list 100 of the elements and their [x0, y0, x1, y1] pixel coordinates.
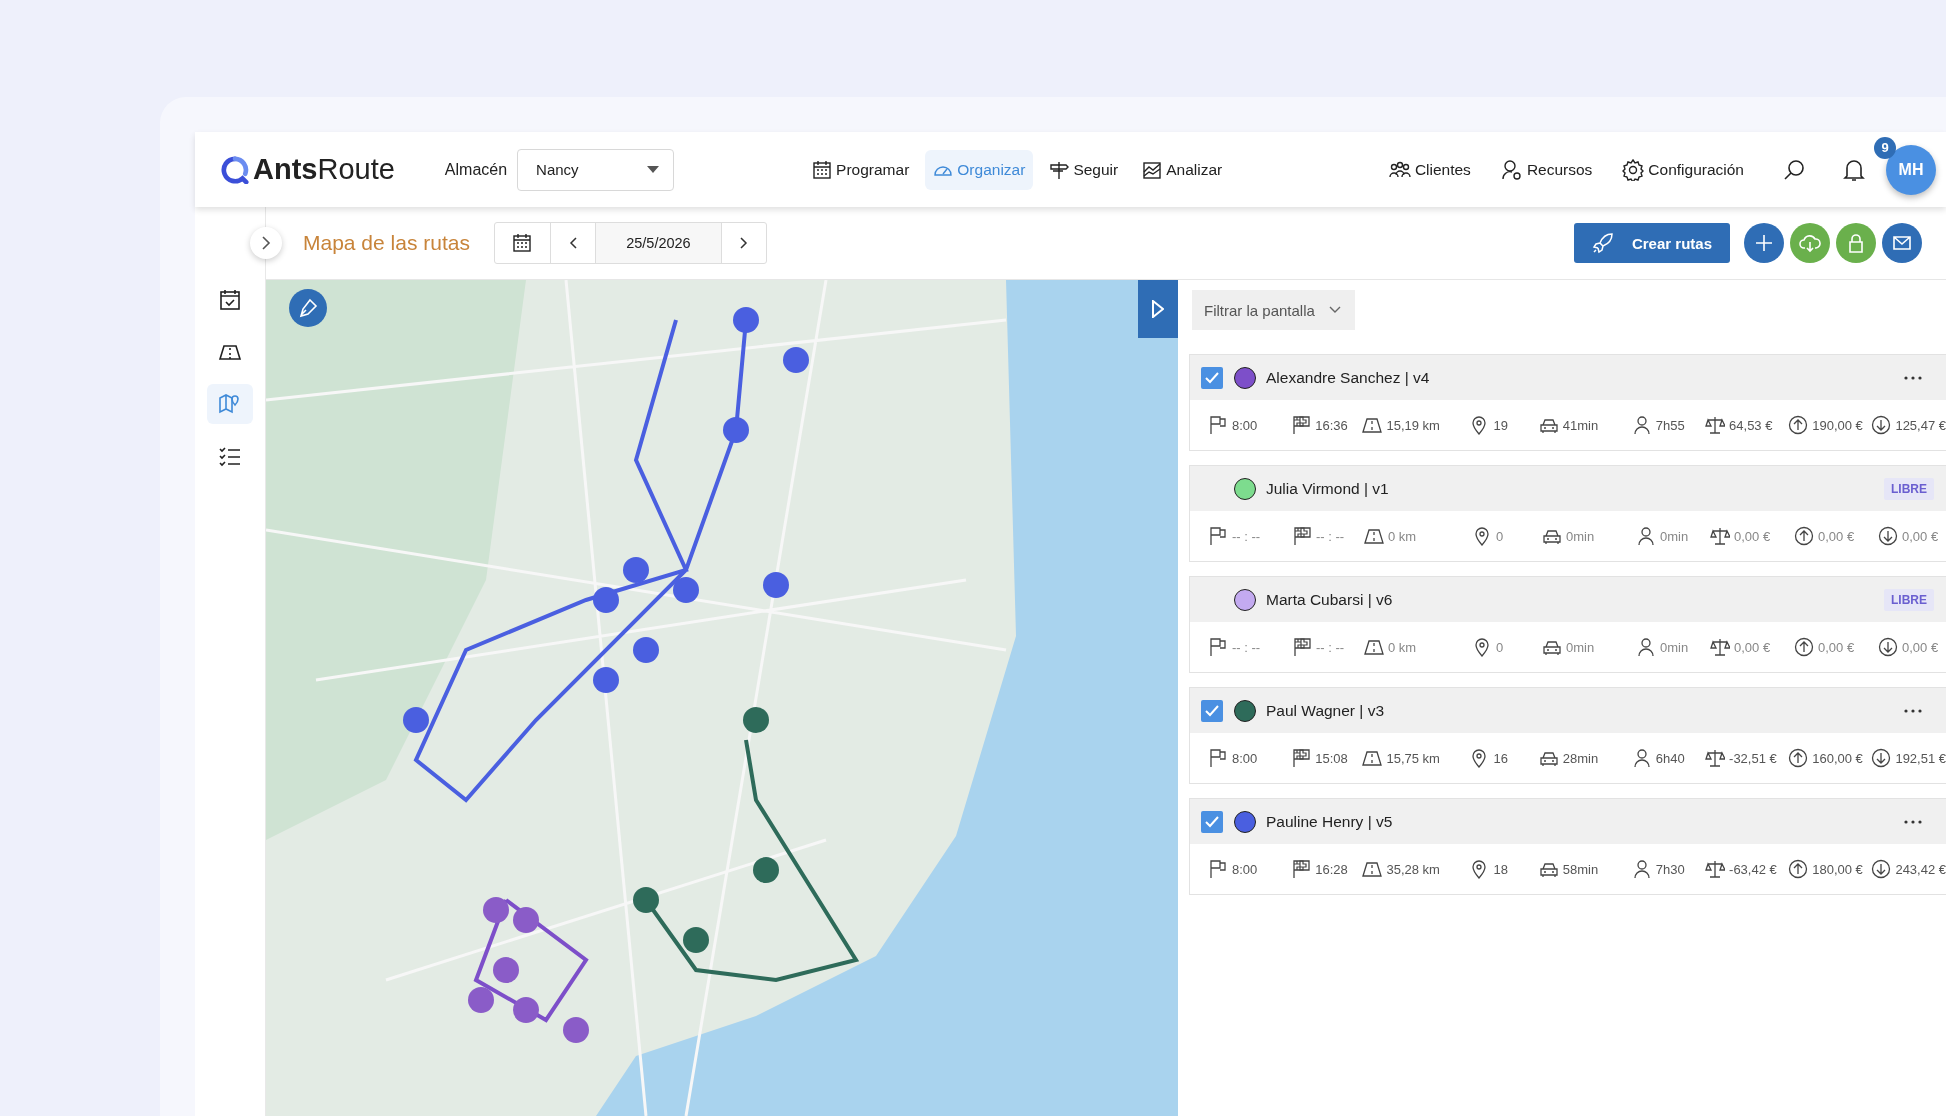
stat-value: 35,28 km [1386, 861, 1440, 877]
status-badge: LIBRE [1884, 588, 1934, 611]
stat-value: 7h30 [1655, 861, 1685, 877]
stat-value: 160,00 € [1812, 750, 1863, 766]
expand-sidebar-button[interactable] [250, 227, 282, 259]
stat-value: 0min [1660, 528, 1689, 544]
status-badge: LIBRE [1884, 477, 1934, 500]
stat-value: 16 [1493, 750, 1508, 766]
stat-value: 8:00 [1232, 861, 1258, 877]
pin-icon [1472, 637, 1492, 657]
gear-icon [1622, 158, 1645, 181]
driver-name: Pauline Henry | v5 [1266, 812, 1393, 831]
scale-icon [1710, 637, 1730, 657]
stat-value: 125,47 € [1895, 417, 1946, 433]
stat-value: 15,19 km [1386, 417, 1440, 433]
nav-tab[interactable]: Programar [804, 149, 918, 190]
flag-icon [1208, 859, 1228, 879]
nav-tab[interactable]: Analizar [1134, 149, 1231, 190]
caret-icon [647, 165, 660, 174]
stat-value: 0,00 € [1902, 639, 1939, 655]
stat-value: 0,00 € [1818, 528, 1855, 544]
collapse-panel-button[interactable] [1138, 280, 1178, 338]
person-icon [1631, 748, 1652, 768]
rocket-icon [1591, 232, 1614, 254]
stat-value: 58min [1562, 861, 1599, 877]
stat-value: 8:00 [1232, 417, 1258, 433]
map-icon [218, 392, 242, 416]
arrow-up-icon [1794, 637, 1814, 657]
person-icon [1636, 526, 1656, 546]
more-icon[interactable] [1904, 708, 1922, 713]
checkbox[interactable] [1201, 699, 1223, 722]
stat-value: -32,51 € [1729, 750, 1777, 766]
checkbox[interactable] [1201, 810, 1223, 833]
triangle-right-icon [1152, 300, 1164, 318]
driver-name: Julia Virmond | v1 [1266, 479, 1389, 498]
search-icon [1783, 158, 1805, 181]
mail-button[interactable] [1882, 223, 1922, 263]
road-icon [1364, 526, 1384, 546]
plus-button[interactable] [1744, 223, 1784, 263]
signpost-icon [1049, 159, 1070, 180]
nav-link[interactable]: Recursos [1492, 149, 1601, 190]
stat-value: -- : -- [1232, 528, 1261, 544]
more-icon[interactable] [1904, 819, 1922, 824]
stat-value: 0min [1566, 639, 1595, 655]
page-title: Mapa de las rutas [303, 231, 470, 255]
road-icon [1362, 415, 1383, 435]
check-icon [1205, 815, 1219, 828]
pen-icon [298, 298, 318, 318]
more-icon[interactable] [1904, 375, 1922, 380]
calendar-check-icon [218, 288, 242, 312]
stat-value: 0 [1496, 639, 1504, 655]
stat-value: 64,53 € [1729, 417, 1773, 433]
warehouse-select[interactable]: Nancy [517, 148, 675, 191]
filter-dropdown[interactable]: Filtrar la pantalla [1192, 290, 1355, 330]
flag-icon [1208, 415, 1228, 435]
calendar-icon [812, 159, 833, 180]
bell-icon [1843, 157, 1865, 182]
check-icon [1205, 704, 1219, 717]
flag-icon [1208, 637, 1228, 657]
create-routes-button[interactable]: Crear rutas [1573, 223, 1730, 263]
road-icon [1362, 748, 1383, 768]
person-icon [1636, 637, 1656, 657]
checkbox[interactable] [1201, 366, 1223, 389]
stat-value: 16:36 [1315, 417, 1348, 433]
notification-count: 9 [1874, 136, 1896, 159]
stat-value: 8:00 [1232, 750, 1258, 766]
lock-button[interactable] [1836, 223, 1876, 263]
stat-value: 15,75 km [1386, 750, 1440, 766]
flag-icon [1208, 526, 1228, 546]
checklist-icon [218, 444, 242, 468]
scale-icon [1710, 526, 1730, 546]
scale-icon [1705, 859, 1726, 879]
arrow-down-icon [1871, 415, 1892, 435]
stat-value: 180,00 € [1812, 861, 1863, 877]
cloud-icon [1799, 232, 1821, 254]
pin-icon [1472, 526, 1492, 546]
arrow-down-icon [1871, 859, 1892, 879]
stat-value: 0,00 € [1818, 639, 1855, 655]
stat-value: 18 [1493, 861, 1508, 877]
nav-link[interactable]: Clientes [1380, 149, 1479, 190]
checkered-flag-icon [1292, 637, 1312, 657]
stat-value: 0 km [1388, 639, 1417, 655]
driver-name: Alexandre Sanchez | v4 [1266, 368, 1430, 387]
stat-value: -- : -- [1316, 639, 1345, 655]
road-icon [1362, 859, 1383, 879]
nav-tab[interactable]: Seguir [1041, 149, 1127, 190]
driver-name: Paul Wagner | v3 [1266, 701, 1385, 720]
person-icon [1631, 859, 1652, 879]
cloud-button[interactable] [1790, 223, 1830, 263]
person-icon [1631, 415, 1652, 435]
stat-value: -- : -- [1316, 528, 1345, 544]
stat-value: 19 [1493, 417, 1508, 433]
stat-value: -63,42 € [1729, 861, 1777, 877]
arrow-up-icon [1794, 526, 1814, 546]
stat-value: 41min [1562, 417, 1599, 433]
stat-value: 7h55 [1655, 417, 1685, 433]
checkered-flag-icon [1291, 415, 1312, 435]
user-gear-icon [1500, 158, 1523, 181]
nav-link[interactable]: Configuración [1614, 149, 1752, 190]
logo-icon [221, 155, 249, 184]
